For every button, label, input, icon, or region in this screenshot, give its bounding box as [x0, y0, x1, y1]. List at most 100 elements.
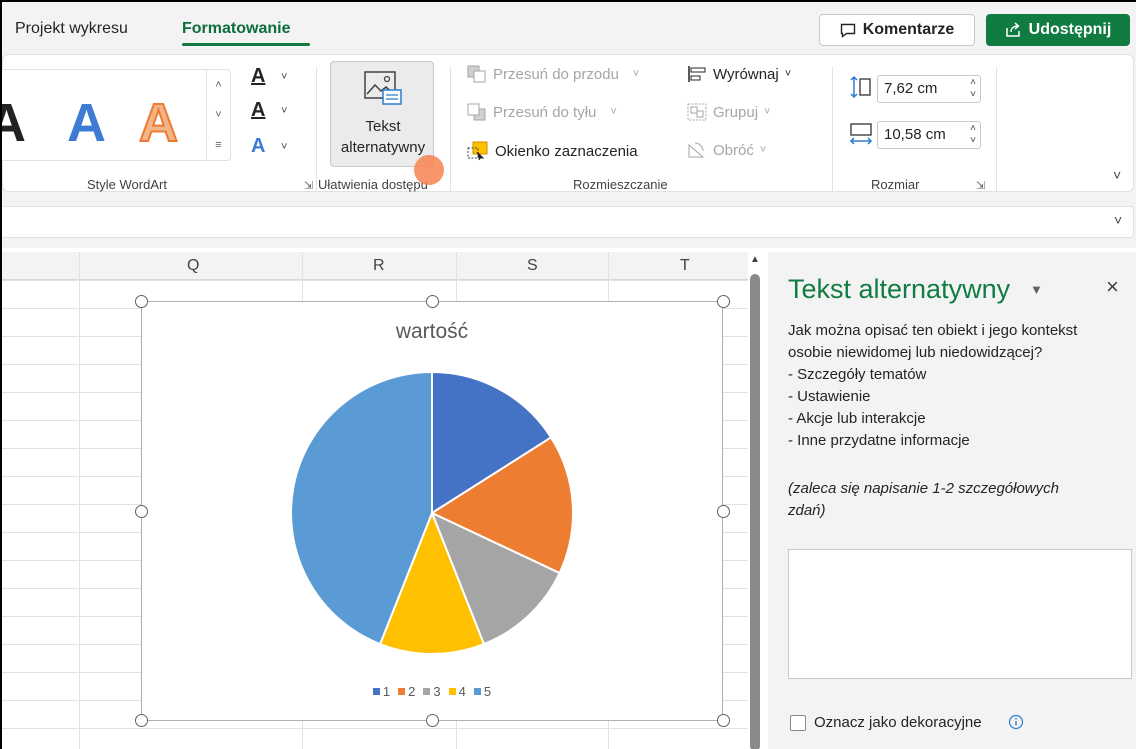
legend-swatch — [372, 688, 380, 695]
legend-item-3[interactable]: 3 — [423, 684, 441, 699]
resize-handle-bottom-right[interactable] — [717, 714, 730, 727]
group-label: Grupuj — [713, 103, 759, 121]
share-button[interactable]: Udostępnij — [986, 14, 1130, 46]
pane-bullet: - Szczegóły tematów — [788, 366, 927, 383]
resize-handle-right[interactable] — [717, 505, 730, 518]
gallery-down-icon[interactable]: ˅ — [207, 100, 230, 130]
text-fill-icon[interactable]: A — [251, 65, 265, 88]
pane-hint-line2: zdań) — [788, 502, 826, 519]
column-header-t[interactable]: T — [680, 257, 690, 275]
decorative-label: Oznacz jako dekoracyjne — [814, 714, 982, 731]
legend-swatch — [423, 688, 431, 695]
text-outline-icon[interactable]: A — [251, 99, 265, 122]
legend-item-2[interactable]: 2 — [398, 684, 415, 699]
legend-label: 2 — [408, 684, 416, 699]
column-header-s[interactable]: S — [527, 257, 538, 275]
gallery-up-icon[interactable]: ˄ — [207, 70, 230, 100]
alt-text-button[interactable]: Tekst alternatywny — [330, 61, 434, 167]
column-headers: Q R S T — [2, 252, 748, 280]
shape-width-field[interactable]: 10,58 cm ˄ ˅ — [877, 121, 981, 149]
pane-question-line2: osobie niewidomej lub niedowidzącej? — [788, 344, 1043, 361]
grid-line — [2, 728, 748, 729]
decorative-checkbox[interactable] — [790, 715, 806, 731]
excel-window: Projekt wykresu Formatowanie Komentarze … — [0, 0, 1136, 749]
bring-forward-icon — [467, 65, 486, 83]
close-icon[interactable]: × — [1106, 274, 1119, 300]
grid-line — [79, 252, 80, 749]
formula-expand-icon[interactable]: ˅ — [1114, 212, 1122, 228]
alt-text-label-line1: Tekst — [365, 118, 401, 135]
send-backward-button[interactable]: Przesuń do tyłu ˅ — [467, 103, 617, 121]
alt-text-pane: Tekst alternatywny ▼ × Jak można opisać … — [768, 252, 1136, 749]
comments-button[interactable]: Komentarze — [819, 14, 975, 46]
resize-handle-top-right[interactable] — [717, 295, 730, 308]
legend-label: 4 — [458, 684, 466, 699]
selection-pane-button[interactable]: Okienko zaznaczenia — [467, 141, 638, 161]
legend-item-1[interactable]: 1 — [372, 684, 391, 699]
comments-label: Komentarze — [862, 21, 955, 38]
alt-text-input[interactable] — [788, 549, 1132, 679]
rotate-icon — [688, 142, 705, 158]
resize-handle-top[interactable] — [426, 295, 439, 308]
group-label-wordart: Style WordArt — [87, 177, 167, 192]
resize-handle-top-left[interactable] — [135, 295, 148, 308]
wordart-style-black[interactable]: A — [2, 96, 26, 150]
group-button[interactable]: Grupuj ˅ — [687, 103, 770, 121]
align-dropdown-icon: ˅ — [784, 68, 792, 80]
resize-handle-bottom-left[interactable] — [135, 714, 148, 727]
rotate-button[interactable]: Obróć ˅ — [687, 141, 766, 159]
legend-swatch — [398, 688, 406, 695]
text-effects-dropdown-icon[interactable]: ˅ — [281, 141, 287, 153]
size-dialog-launcher-icon[interactable]: ⇲ — [976, 179, 985, 192]
legend-label: 3 — [433, 684, 441, 699]
pane-bullet: - Ustawienie — [788, 388, 871, 405]
alt-text-icon — [364, 71, 402, 105]
width-spinner-icon[interactable]: ˄ ˅ — [970, 123, 976, 147]
column-header-q[interactable]: Q — [187, 257, 199, 275]
info-icon[interactable] — [1008, 714, 1024, 730]
pane-options-icon[interactable]: ▼ — [1030, 282, 1043, 297]
align-button[interactable]: Wyrównaj ˅ — [687, 65, 791, 83]
send-backward-dropdown-icon: ˅ — [610, 106, 617, 118]
wordart-style-blue[interactable]: A — [67, 96, 106, 150]
text-effects-icon[interactable]: A — [251, 135, 265, 158]
pie-chart[interactable]: wartość 12345 — [141, 301, 723, 721]
wordart-style-orange[interactable]: A — [138, 95, 179, 151]
bring-forward-label: Przesuń do przodu — [493, 65, 619, 83]
group-separator — [316, 67, 317, 191]
legend-item-4[interactable]: 4 — [448, 684, 466, 699]
active-tab-indicator — [182, 43, 310, 46]
text-outline-dropdown-icon[interactable]: ˅ — [281, 105, 287, 117]
comment-icon — [840, 23, 855, 38]
group-label-arrange: Rozmieszczanie — [573, 177, 668, 192]
chart-legend[interactable]: 1 2 3 4 5 — [142, 684, 722, 699]
tab-projekt-wykresu[interactable]: Projekt wykresu — [15, 20, 128, 38]
height-spinner-icon[interactable]: ˄ ˅ — [970, 77, 976, 101]
pane-question-line1: Jak można opisać ten obiekt i jego konte… — [788, 322, 1078, 339]
text-fill-dropdown-icon[interactable]: ˅ — [281, 71, 287, 83]
resize-handle-bottom[interactable] — [426, 714, 439, 727]
send-backward-icon — [467, 103, 486, 121]
group-separator — [450, 67, 451, 191]
wordart-dialog-launcher-icon[interactable]: ⇲ — [304, 179, 313, 192]
align-label: Wyrównaj — [713, 65, 779, 83]
tab-formatowanie[interactable]: Formatowanie — [182, 20, 290, 38]
legend-item-5[interactable]: 5 — [473, 684, 491, 699]
legend-label: 1 — [382, 684, 391, 699]
vertical-scrollbar[interactable]: ▲ — [748, 252, 762, 749]
resize-handle-left[interactable] — [135, 505, 148, 518]
scroll-up-icon[interactable]: ▲ — [750, 254, 760, 265]
pane-bullet: - Inne przydatne informacje — [788, 432, 970, 449]
column-header-r[interactable]: R — [373, 257, 385, 275]
rotate-dropdown-icon: ˅ — [759, 144, 767, 156]
pane-title: Tekst alternatywny — [788, 274, 1011, 304]
ribbon-expand-icon[interactable]: ˅ — [1113, 167, 1121, 183]
formula-input[interactable] — [2, 206, 1134, 238]
shape-height-field[interactable]: 7,62 cm ˄ ˅ — [877, 75, 981, 103]
scrollbar-thumb[interactable] — [750, 274, 760, 749]
group-icon — [687, 103, 707, 121]
gallery-more-icon[interactable]: ≡ — [207, 130, 230, 160]
bring-forward-button[interactable]: Przesuń do przodu ˅ — [467, 65, 639, 83]
wordart-gallery[interactable]: A A A ˄ ˅ ≡ — [2, 69, 231, 161]
send-backward-label: Przesuń do tyłu — [493, 103, 597, 121]
